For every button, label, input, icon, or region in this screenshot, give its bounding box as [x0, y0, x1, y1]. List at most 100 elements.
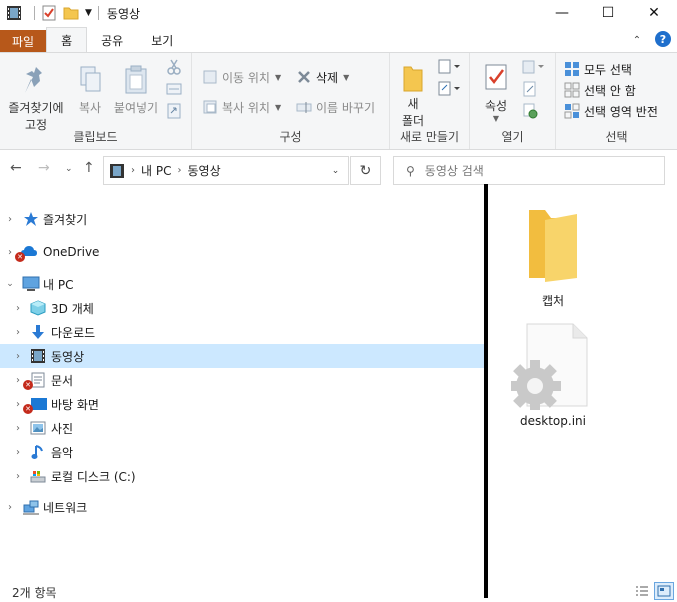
pin-icon — [25, 67, 42, 93]
separator — [34, 6, 35, 20]
tree-item-music[interactable]: › 음악 — [0, 440, 484, 464]
invert-selection-label: 선택 영역 반전 — [584, 104, 658, 119]
copy-to-button[interactable]: 복사 위치 ▼ — [202, 97, 281, 117]
edit-icon[interactable] — [522, 81, 538, 100]
close-button[interactable]: ✕ — [631, 0, 677, 26]
details-view-icon[interactable] — [632, 582, 652, 600]
pane-splitter[interactable] — [484, 184, 488, 598]
select-none-icon — [564, 82, 580, 98]
breadcrumb-videos[interactable]: 동영상 — [187, 162, 220, 179]
chevron-down-icon[interactable]: ⌄ — [4, 279, 16, 289]
chevron-down-icon: ▼ — [343, 72, 350, 82]
customize-qat-chevron-icon[interactable]: ▼ — [85, 8, 92, 18]
file-item-captures-folder[interactable]: 캡처 — [508, 206, 598, 309]
computer-icon — [22, 276, 40, 292]
error-badge-icon: ✕ — [23, 404, 33, 414]
chevron-right-icon[interactable]: › — [12, 447, 24, 458]
help-icon[interactable]: ? — [655, 31, 671, 47]
new-group-label: 새로 만들기 — [399, 130, 459, 144]
address-bar[interactable]: › 내 PC › 동영상 — [103, 156, 349, 185]
search-box[interactable]: ⚲ 동영상 검색 — [393, 156, 665, 185]
tree-item-local-disk[interactable]: › 로컬 디스크 (C:) — [0, 464, 484, 488]
select-none-button[interactable]: 선택 안 함 — [564, 80, 636, 100]
properties-button[interactable]: 속성 ▼ — [478, 63, 514, 123]
navigation-pane: › 즐겨찾기 › ✕ OneDrive ⌄ 내 PC › 3D 개체 › 다운로… — [0, 200, 484, 570]
tree-item-onedrive[interactable]: › ✕ OneDrive — [0, 240, 484, 264]
ribbon-collapse-chevron-icon[interactable]: ⌃ — [631, 34, 643, 46]
video-folder-icon — [30, 348, 47, 364]
chevron-down-icon: ▼ — [274, 102, 282, 112]
properties-check-icon — [485, 64, 507, 90]
delete-x-icon — [296, 69, 312, 85]
tree-label: 바탕 화면 — [51, 397, 99, 412]
tree-item-desktop[interactable]: › ✕ 바탕 화면 — [0, 392, 484, 416]
new-folder-label-line2: 폴더 — [401, 114, 425, 128]
network-icon — [22, 499, 39, 515]
tree-item-network[interactable]: › 네트워크 — [0, 495, 484, 519]
tree-label: 다운로드 — [51, 325, 96, 340]
paste-shortcut-icon[interactable] — [166, 103, 182, 122]
chevron-right-icon[interactable]: › — [4, 214, 16, 225]
tab-home[interactable]: 홈 — [46, 27, 88, 52]
cut-icon[interactable] — [166, 59, 182, 78]
properties-check-icon[interactable] — [41, 5, 57, 21]
chevron-down-icon: ▼ — [274, 72, 282, 82]
copy-icon — [80, 66, 101, 92]
new-folder-button[interactable]: 새 폴더 — [394, 63, 432, 129]
tab-file[interactable]: 파일 — [0, 30, 47, 52]
copy-button[interactable]: 복사 — [72, 65, 108, 116]
delete-button[interactable]: 삭제 ▼ — [296, 67, 349, 87]
history-icon[interactable] — [522, 103, 538, 122]
back-arrow-icon[interactable]: ← — [10, 160, 22, 176]
tree-item-quick-access[interactable]: › 즐겨찾기 — [0, 207, 484, 231]
breadcrumb-this-pc[interactable]: 내 PC — [141, 162, 171, 179]
chevron-right-icon[interactable]: › — [12, 303, 24, 314]
recent-locations-chevron-icon[interactable]: ⌄ — [65, 164, 73, 174]
organize-group-label: 구성 — [279, 130, 302, 144]
download-arrow-icon — [30, 324, 47, 340]
chevron-right-icon[interactable]: › — [12, 471, 24, 482]
error-badge-icon: ✕ — [15, 252, 25, 262]
rename-button[interactable]: 이름 바꾸기 — [296, 97, 375, 117]
minimize-button[interactable]: — — [539, 0, 585, 26]
chevron-right-icon[interactable]: › — [177, 165, 181, 176]
tree-label: 동영상 — [51, 349, 85, 364]
move-to-button[interactable]: 이동 위치 ▼ — [202, 67, 281, 87]
new-item-icon[interactable] — [438, 59, 462, 78]
tab-share[interactable]: 공유 — [87, 28, 137, 52]
chevron-right-icon[interactable]: › — [131, 165, 135, 176]
properties-label: 속성 — [484, 99, 508, 113]
chevron-right-icon[interactable]: › — [12, 327, 24, 338]
open-icon[interactable] — [522, 59, 546, 78]
tree-item-3d-objects[interactable]: › 3D 개체 — [0, 296, 484, 320]
pin-to-quick-access-button[interactable]: 즐겨찾기에 고정 — [4, 65, 68, 133]
chevron-right-icon[interactable]: › — [12, 423, 24, 434]
new-folder-icon[interactable] — [63, 5, 79, 21]
clipboard-group: 즐겨찾기에 고정 복사 붙여넣기 클립보드 — [0, 53, 192, 149]
tree-item-videos[interactable]: › 동영상 — [0, 344, 484, 368]
maximize-button[interactable]: ☐ — [585, 0, 631, 26]
rename-label: 이름 바꾸기 — [316, 100, 376, 115]
chevron-right-icon[interactable]: › — [4, 502, 16, 513]
chevron-right-icon[interactable]: › — [12, 351, 24, 362]
invert-selection-button[interactable]: 선택 영역 반전 — [564, 101, 658, 121]
paste-button[interactable]: 붙여넣기 — [110, 65, 162, 116]
address-dropdown-chevron-icon[interactable]: ⌄ — [323, 156, 349, 185]
file-item-desktop-ini[interactable]: desktop.ini — [508, 322, 598, 428]
open-group: 속성 ▼ 열기 — [470, 53, 556, 149]
tab-view[interactable]: 보기 — [137, 28, 187, 52]
copy-path-icon[interactable] — [166, 81, 182, 100]
tree-item-downloads[interactable]: › 다운로드 — [0, 320, 484, 344]
tree-item-documents[interactable]: › ✕ 문서 — [0, 368, 484, 392]
tree-item-pictures[interactable]: › 사진 — [0, 416, 484, 440]
easy-access-icon[interactable] — [438, 81, 462, 100]
invert-selection-icon — [564, 103, 580, 119]
select-all-button[interactable]: 모두 선택 — [564, 59, 632, 79]
up-arrow-icon[interactable]: ↑ — [83, 160, 95, 176]
tree-item-this-pc[interactable]: ⌄ 내 PC — [0, 272, 484, 296]
refresh-icon[interactable]: ↻ — [350, 156, 381, 185]
large-icons-view-icon[interactable] — [654, 582, 674, 600]
video-folder-icon[interactable] — [6, 5, 22, 21]
forward-arrow-icon[interactable]: → — [38, 160, 50, 176]
folder-icon — [529, 210, 577, 282]
